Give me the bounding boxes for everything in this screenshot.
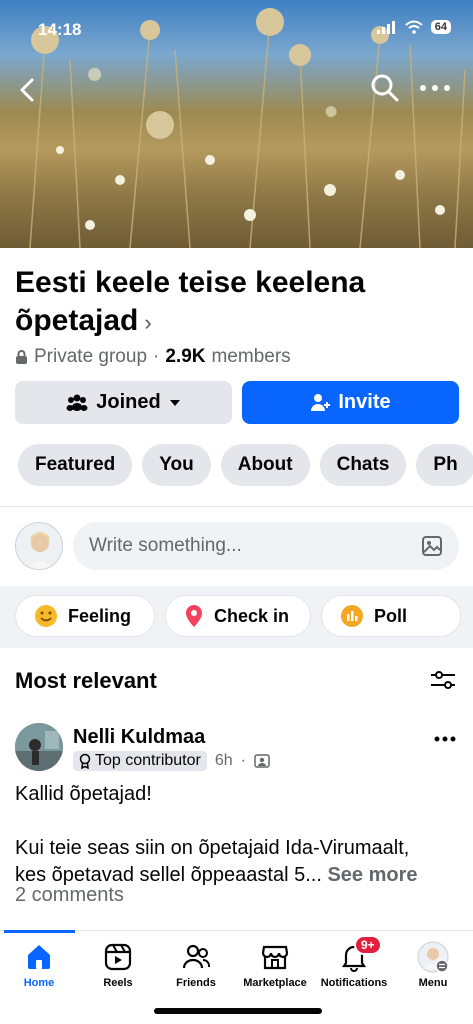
tab-you[interactable]: You	[142, 444, 211, 486]
group-title[interactable]: Eesti keele teise keelena õpetajad ›	[15, 264, 455, 342]
post-more-options-button[interactable]	[433, 726, 457, 749]
post-text-line: Kallid õpetajad!	[15, 783, 152, 805]
smiley-icon	[35, 605, 57, 627]
tab-marketplace[interactable]: Marketplace	[236, 941, 314, 989]
post-text-truncated: kes õpetavad sellel õppeaastal 5...	[15, 864, 322, 886]
joined-label: Joined	[96, 391, 161, 413]
post-author-avatar[interactable]	[15, 723, 63, 771]
invite-label: Invite	[338, 391, 391, 413]
avatar[interactable]	[15, 522, 63, 570]
search-button[interactable]	[369, 72, 401, 104]
more-options-button[interactable]	[417, 72, 453, 104]
group-people-icon	[66, 394, 88, 411]
more-horizontal-icon	[434, 736, 456, 742]
post-composer: Write something...	[15, 521, 459, 571]
tab-photos[interactable]: Ph	[416, 444, 473, 486]
battery-indicator: 64	[430, 20, 451, 34]
home-indicator	[154, 1008, 322, 1014]
tab-about[interactable]: About	[220, 444, 310, 486]
cellular-signal-icon	[376, 21, 395, 34]
badge-label: Top contributor	[95, 752, 201, 769]
tab-label: Home	[23, 977, 55, 989]
search-icon	[371, 74, 399, 102]
tab-label: Notifications	[320, 977, 388, 989]
author-avatar-image	[15, 723, 63, 771]
group-action-buttons: Joined Invite	[15, 381, 459, 424]
poll-icon	[341, 605, 363, 627]
post-author-name[interactable]: Nelli Kuldmaa	[73, 726, 205, 749]
tab-home[interactable]: Home	[0, 941, 78, 989]
poll-label: Poll	[374, 605, 408, 626]
friends-icon	[180, 941, 212, 973]
members-label[interactable]: members	[211, 346, 290, 368]
tab-label: Menu	[418, 977, 448, 989]
tab-chats[interactable]: Chats	[319, 444, 407, 486]
caret-down-icon	[169, 399, 180, 406]
photo-icon[interactable]	[421, 535, 443, 557]
location-pin-icon	[186, 605, 202, 627]
reels-icon	[102, 941, 134, 973]
check-in-button[interactable]: Check in	[165, 595, 311, 637]
active-tab-indicator	[4, 930, 75, 933]
top-contributor-badge[interactable]: Top contributor	[73, 751, 207, 771]
divider	[0, 506, 473, 507]
more-horizontal-icon	[420, 85, 450, 91]
post-body: Kallid õpetajad! Kui teie seas siin on õ…	[15, 781, 460, 889]
joined-button[interactable]: Joined	[15, 381, 232, 424]
members-audience-icon	[254, 754, 270, 768]
feed-sort-title: Most relevant	[15, 668, 157, 693]
invite-button[interactable]: Invite	[242, 381, 459, 424]
tab-friends[interactable]: Friends	[157, 941, 235, 989]
group-title-text: Eesti keele teise keelena õpetajad	[15, 266, 366, 337]
lock-icon	[16, 349, 27, 364]
see-more-link[interactable]: See more	[327, 864, 417, 886]
bell-icon: 9+	[338, 935, 382, 973]
post-timestamp[interactable]: 6h	[215, 752, 233, 770]
sliders-icon	[431, 671, 455, 689]
poll-button[interactable]: Poll	[321, 595, 461, 637]
back-button[interactable]	[14, 74, 42, 106]
comments-count-link[interactable]: 2 comments	[15, 884, 124, 907]
members-count[interactable]: 2.9K	[165, 346, 205, 368]
feeling-label: Feeling	[68, 605, 132, 626]
feeling-button[interactable]: Feeling	[15, 595, 155, 637]
add-person-icon	[311, 393, 331, 411]
tab-label: Reels	[103, 977, 133, 989]
status-icons: 64	[376, 20, 451, 34]
meta-separator: ·	[240, 752, 246, 769]
group-tabs: Featured You About Chats Ph	[18, 444, 473, 486]
status-time: 14:18	[38, 20, 82, 39]
meta-separator: ·	[153, 346, 160, 367]
status-bar: 14:18 64	[0, 0, 473, 56]
write-something-input[interactable]: Write something...	[73, 522, 459, 570]
home-icon	[23, 941, 55, 973]
write-something-placeholder: Write something...	[89, 535, 242, 556]
post-meta: Top contributor 6h ·	[73, 751, 270, 771]
post-text-line: Kui teie seas siin on õpetajaid Ida-Viru…	[15, 837, 410, 859]
chevron-left-icon	[20, 78, 34, 102]
group-privacy: Private group	[34, 346, 148, 367]
user-avatar-image	[16, 523, 62, 569]
tab-reels[interactable]: Reels	[79, 941, 157, 989]
wifi-icon	[405, 20, 423, 34]
tab-menu[interactable]: Menu	[394, 941, 472, 989]
check-in-label: Check in	[214, 605, 290, 626]
profile-menu-icon	[417, 941, 449, 973]
filter-settings-button[interactable]	[429, 668, 457, 692]
tab-notifications[interactable]: 9+ Notifications	[315, 935, 393, 989]
marketplace-icon	[259, 941, 291, 973]
tab-label: Marketplace	[243, 977, 307, 989]
group-meta: Private group · 2.9K members	[15, 346, 291, 368]
tab-label: Friends	[176, 977, 216, 989]
award-icon	[79, 753, 91, 769]
chevron-right-icon: ›	[144, 310, 152, 335]
tab-featured[interactable]: Featured	[18, 444, 133, 486]
notifications-badge: 9+	[354, 935, 382, 955]
quick-actions: Feeling Check in Poll	[15, 595, 461, 637]
